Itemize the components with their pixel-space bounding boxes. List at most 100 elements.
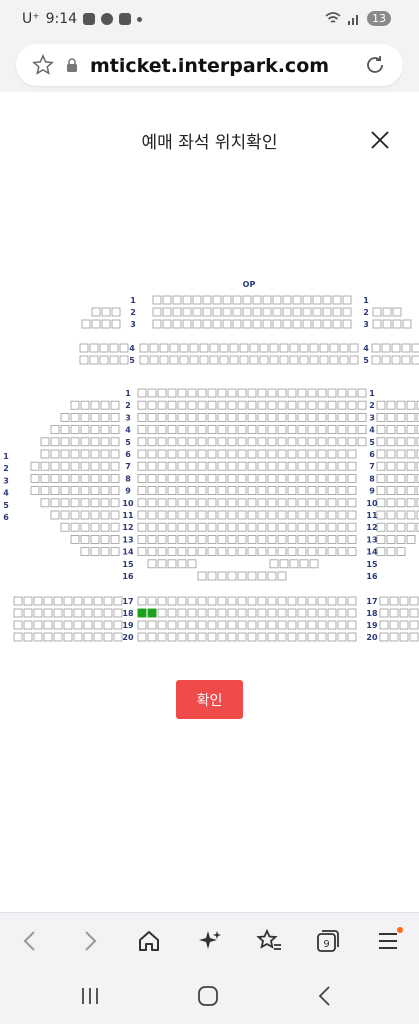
seat: [317, 486, 327, 496]
nav-home-icon[interactable]: [196, 984, 220, 1008]
seat: [406, 425, 416, 435]
seat: [277, 486, 287, 496]
seat: [386, 461, 396, 471]
seat: [217, 486, 227, 496]
close-icon[interactable]: [368, 128, 392, 152]
seat: [187, 559, 197, 569]
row-label-lower-17: 17: [122, 597, 133, 606]
row-label-lower-right-19: 19: [366, 621, 378, 630]
seat: [217, 571, 227, 581]
seat: [267, 486, 277, 496]
seat: [100, 400, 110, 410]
seat: [267, 596, 277, 606]
seat: [157, 400, 167, 410]
seat: [257, 449, 267, 459]
seat: [91, 307, 101, 317]
seat: [272, 295, 282, 305]
menu-icon[interactable]: [375, 927, 403, 955]
row-label-lower-19: 19: [122, 621, 134, 630]
seat: [386, 534, 396, 544]
seat: [90, 425, 100, 435]
tabs-count: 9: [323, 939, 329, 950]
seat: [93, 620, 103, 630]
reload-icon[interactable]: [363, 53, 387, 77]
row-label-main-5: 5: [125, 438, 131, 447]
seat: [227, 547, 237, 557]
seat: [379, 632, 389, 642]
seat: [277, 510, 287, 520]
back-icon[interactable]: [16, 927, 44, 955]
seat: [137, 596, 147, 606]
seat: [399, 632, 409, 642]
note-icon: [119, 13, 132, 25]
seat-map[interactable]: OP1 12 23 34 45 51 12 23 34 45 56 67 78 89 910 1011 1112…: [0, 270, 419, 650]
seat: [110, 400, 120, 410]
seat: [257, 486, 267, 496]
seat: [239, 343, 249, 353]
seat: [327, 473, 337, 483]
seat: [167, 534, 177, 544]
seat: [73, 596, 83, 606]
seat: [247, 534, 257, 544]
seat: [307, 461, 317, 471]
seat: [382, 307, 392, 317]
bookmarks-icon[interactable]: [255, 927, 283, 955]
seat: [50, 461, 60, 471]
seat: [81, 319, 91, 329]
seat: [157, 437, 167, 447]
seat: [212, 307, 222, 317]
seat: [327, 510, 337, 520]
seat: [167, 632, 177, 642]
recent-apps-icon[interactable]: [78, 984, 102, 1008]
seat: [327, 486, 337, 496]
url-text[interactable]: mticket.interpark.com: [16, 55, 403, 77]
seat: [287, 596, 297, 606]
seat: [137, 425, 147, 435]
home-icon[interactable]: [135, 927, 163, 955]
seat: [139, 355, 149, 365]
seat: [63, 620, 73, 630]
seat: [227, 498, 237, 508]
seat: [197, 388, 207, 398]
seat: [307, 425, 317, 435]
status-bar: U⁺ 9:14 13: [0, 0, 419, 40]
seat: [337, 437, 347, 447]
chat-icon: [101, 13, 114, 25]
address-bar[interactable]: mticket.interpark.com: [16, 44, 403, 86]
seat: [177, 608, 187, 618]
seat: [237, 400, 247, 410]
seat: [297, 608, 307, 618]
seat: [297, 437, 307, 447]
seat: [282, 319, 292, 329]
row-label-side-6: 6: [3, 513, 9, 522]
confirm-button[interactable]: 확인: [176, 680, 243, 719]
seat: [187, 400, 197, 410]
row-label-main-9: 9: [125, 487, 131, 496]
seat: [187, 388, 197, 398]
seat: [319, 355, 329, 365]
tabs-icon[interactable]: 9: [314, 927, 342, 955]
sparkle-icon[interactable]: [196, 927, 224, 955]
seat: [277, 388, 287, 398]
seat: [292, 307, 302, 317]
seat: [257, 608, 267, 618]
seat: [289, 343, 299, 353]
seat: [227, 510, 237, 520]
seat: [53, 620, 63, 630]
seat: [217, 534, 227, 544]
seat: [247, 449, 257, 459]
seat: [197, 632, 207, 642]
seat: [307, 486, 317, 496]
seat: [227, 425, 237, 435]
seat: [342, 307, 352, 317]
seat: [317, 620, 327, 630]
seat: [167, 522, 177, 532]
forward-icon[interactable]: [76, 927, 104, 955]
seat: [217, 388, 227, 398]
seat: [100, 547, 110, 557]
seat: [257, 461, 267, 471]
seat: [277, 596, 287, 606]
seat: [406, 498, 416, 508]
seat: [219, 355, 229, 365]
nav-back-icon[interactable]: [313, 984, 337, 1008]
